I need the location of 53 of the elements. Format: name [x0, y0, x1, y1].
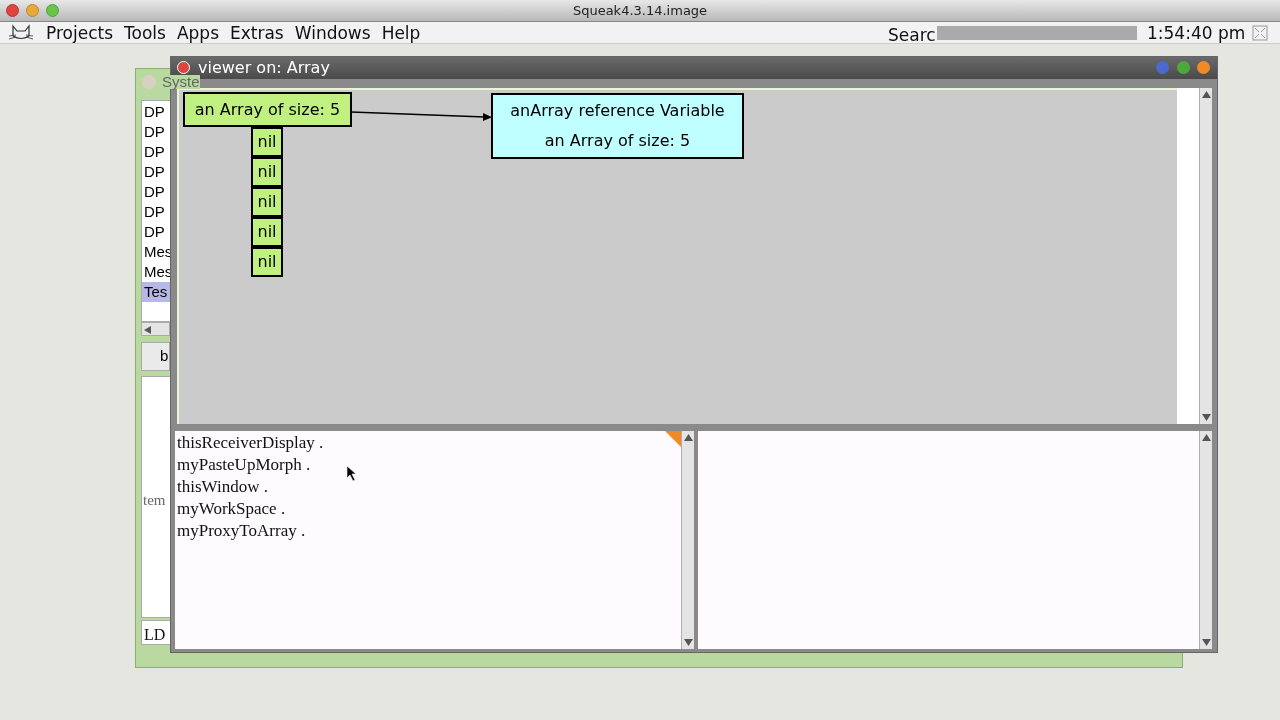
search-field[interactable]: [937, 26, 1137, 40]
array-cell[interactable]: nil: [251, 187, 283, 217]
horizontal-scrollbar[interactable]: [141, 322, 170, 336]
mouse-pointer-icon: [347, 466, 357, 482]
scrollbar[interactable]: [1199, 88, 1212, 424]
code-line: myPasteUpMorph .: [177, 454, 311, 476]
up-arrow-icon[interactable]: [1201, 91, 1211, 98]
down-arrow-icon[interactable]: [1201, 639, 1211, 646]
window-title: viewer on: Array: [198, 58, 330, 77]
list-item[interactable]: Tes: [142, 282, 171, 302]
menu-item[interactable]: Windows: [294, 23, 371, 43]
up-arrow-icon[interactable]: [683, 434, 693, 441]
list-item[interactable]: DP: [142, 122, 171, 142]
code-line: myProxyToArray .: [177, 520, 306, 542]
array-cell[interactable]: nil: [251, 217, 283, 247]
cat-icon[interactable]: [9, 24, 33, 42]
menu-item[interactable]: Apps: [176, 23, 219, 43]
menu-item[interactable]: Tools: [124, 23, 166, 43]
search-label: Searc: [888, 25, 936, 45]
menu-item[interactable]: Extras: [230, 23, 284, 43]
workspace-pane[interactable]: thisReceiverDisplay . myPasteUpMorph . thisWindow . myWorkSpace . myProxyToArray .: [175, 431, 681, 649]
code-line: thisWindow .: [177, 476, 268, 498]
clock: 1:54:40 pm: [1147, 23, 1246, 43]
code-line: thisReceiverDisplay .: [177, 432, 324, 454]
scrollbar[interactable]: [1199, 431, 1212, 649]
node-label: anArray reference Variable: [510, 100, 725, 122]
window-title: Squeak4.3.14.image: [572, 1, 708, 20]
node-label: an Array of size: 5: [544, 130, 691, 152]
list-item[interactable]: DP: [142, 142, 171, 162]
down-arrow-icon[interactable]: [683, 639, 693, 646]
down-arrow-icon[interactable]: [1201, 414, 1211, 421]
list-item[interactable]: DP: [142, 222, 171, 242]
code-text: tem: [143, 491, 166, 510]
node-label: an Array of size: 5: [194, 98, 341, 121]
tool-button[interactable]: b: [141, 342, 170, 371]
menu-item[interactable]: Projects: [46, 23, 114, 43]
list-item[interactable]: DP: [142, 202, 171, 222]
menu-item[interactable]: Help: [381, 23, 421, 43]
window-title: Syste: [162, 75, 200, 89]
left-arrow-icon[interactable]: [144, 326, 151, 334]
array-cell[interactable]: nil: [251, 247, 283, 277]
list-item[interactable]: DP: [142, 182, 171, 202]
array-cell[interactable]: nil: [251, 127, 283, 157]
up-arrow-icon[interactable]: [1201, 434, 1211, 441]
fullscreen-icon[interactable]: [1252, 25, 1268, 41]
list-item[interactable]: DP: [142, 162, 171, 182]
array-node[interactable]: an Array of size: 5: [183, 92, 352, 127]
scrollbar[interactable]: [681, 431, 694, 649]
status-text: LD: [144, 625, 166, 645]
reference-node[interactable]: anArray reference Variable an Array of size: 5: [491, 93, 744, 159]
array-cell[interactable]: nil: [251, 157, 283, 187]
code-line: myWorkSpace .: [177, 498, 286, 520]
list-item[interactable]: DP: [142, 102, 171, 122]
